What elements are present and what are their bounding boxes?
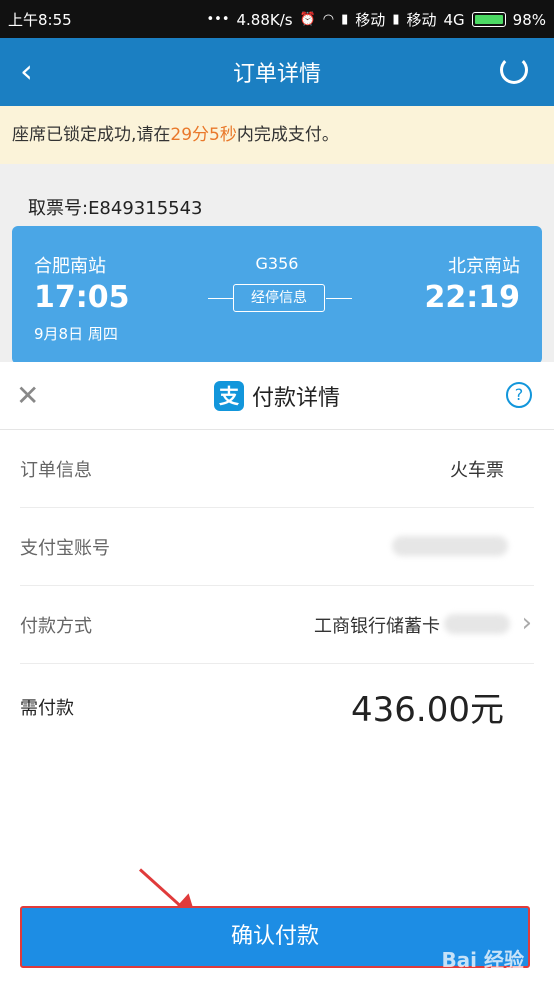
- alipay-logo-icon: 支: [213, 381, 244, 411]
- arrive-time: 22:19: [424, 280, 521, 315]
- card-number-blurred: [444, 614, 510, 634]
- status-bar: 上午8:55 ••• 4.88K/s ⏰ ◠ ▮ 移动 ▮ 移动 4G 98%: [0, 0, 554, 38]
- sheet-title: 付款详情: [251, 386, 340, 411]
- route-line-right: [326, 298, 352, 299]
- status-time: 上午8:55: [8, 11, 72, 29]
- chevron-right-icon: ›: [521, 608, 532, 638]
- payment-method-row[interactable]: 付款方式 工商银行储蓄卡 ›: [0, 586, 554, 664]
- alipay-account-row: 支付宝账号: [0, 508, 554, 586]
- help-icon[interactable]: ?: [506, 382, 532, 408]
- payment-sheet: ✕ 支 付款详情 ? 订单信息 火车票 支付宝账号 付款方式 工商银行储蓄卡 ›…: [0, 362, 554, 998]
- amount-label: 需付款: [20, 698, 74, 719]
- refresh-icon[interactable]: [500, 56, 528, 84]
- payment-method-value: 工商银行储蓄卡: [314, 616, 440, 637]
- carrier-2: 移动: [406, 11, 437, 29]
- amount-value: 436.00元: [351, 690, 504, 730]
- divider: [20, 663, 534, 664]
- signal-icon: ▮: [341, 12, 349, 27]
- notice-prefix: 座席已锁定成功,请在: [12, 125, 171, 145]
- order-info-value: 火车票: [450, 460, 504, 481]
- app-header: ‹ 订单详情: [0, 38, 554, 106]
- ticket-number: 取票号:E849315543: [28, 198, 203, 219]
- sheet-title-group: 支 付款详情: [0, 380, 554, 412]
- battery-icon: [471, 12, 506, 27]
- battery-level: 98%: [512, 10, 546, 29]
- route-line-left: [208, 298, 234, 299]
- depart-time: 17:05: [34, 280, 130, 315]
- signal-icon-2: ▮: [392, 12, 400, 27]
- alipay-account-label: 支付宝账号: [20, 538, 110, 559]
- wifi-icon: ◠: [322, 12, 335, 27]
- carrier-1: 移动: [355, 11, 386, 29]
- notice-suffix: 内完成支付。: [236, 125, 339, 145]
- amount-row: 需付款 436.00元: [0, 668, 554, 746]
- page-title: 订单详情: [232, 62, 321, 87]
- alarm-icon: ⏰: [299, 12, 316, 27]
- order-info-label: 订单信息: [20, 460, 92, 481]
- lock-notice: 座席已锁定成功,请在29分5秒内完成支付。: [0, 106, 554, 164]
- travel-date: 9月8日 周四: [34, 325, 118, 343]
- order-info-row: 订单信息 火车票: [0, 430, 554, 508]
- countdown-timer: 29分5秒: [170, 125, 237, 145]
- sheet-header: ✕ 支 付款详情 ?: [0, 362, 554, 430]
- to-station: 北京南站: [448, 256, 520, 277]
- stops-info-button[interactable]: 经停信息: [233, 284, 325, 312]
- train-card: 合肥南站 G356 北京南站 17:05 经停信息 22:19 9月8日 周四: [12, 226, 542, 364]
- network-speed: 4.88K/s: [236, 10, 293, 29]
- payment-method-label: 付款方式: [20, 616, 92, 637]
- baidu-watermark: Bai 经验: [441, 948, 524, 972]
- network-type: 4G: [443, 10, 465, 29]
- more-dots-icon: •••: [206, 12, 230, 27]
- status-right: ••• 4.88K/s ⏰ ◠ ▮ 移动 ▮ 移动 4G 98%: [206, 9, 546, 30]
- account-blurred: [392, 536, 508, 556]
